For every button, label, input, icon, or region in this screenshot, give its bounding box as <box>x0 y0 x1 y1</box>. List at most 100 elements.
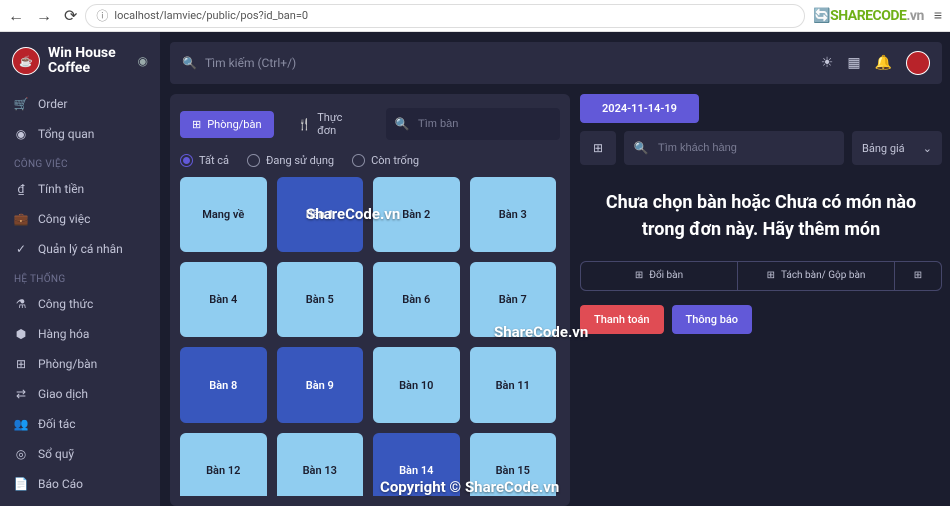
customer-search-input[interactable] <box>658 142 844 154</box>
forward-button[interactable]: → <box>36 6 52 26</box>
sidebar-item-h-ng-h-a[interactable]: ⬢ Hàng hóa <box>0 319 160 349</box>
table-cell[interactable]: Bàn 3 <box>470 177 557 252</box>
tab-label: Phòng/bàn <box>207 118 261 131</box>
sidebar-item-giao-d-ch[interactable]: ⇄Giao dịch <box>0 379 160 409</box>
grid-icon: ⊞ <box>767 270 775 282</box>
tab-menu[interactable]: 🍴 Thực đơn <box>286 104 374 144</box>
cash-icon: ₫ <box>14 182 28 196</box>
sidebar-item-s-qu-[interactable]: ◎ Sổ quỹ <box>0 439 160 469</box>
table-cell[interactable]: Bàn 12 <box>180 433 267 496</box>
sidebar-item-label: Hàng hóa <box>38 327 89 341</box>
search-placeholder[interactable]: Tìm kiếm (Ctrl+/) <box>205 56 296 70</box>
table-cell[interactable]: Bàn 2 <box>373 177 460 252</box>
eye-icon: ◉ <box>14 127 28 141</box>
sidebar-item-label: Công thức <box>38 297 93 311</box>
extra-action-button[interactable]: ⊞ <box>895 262 941 290</box>
report-icon: 📄 <box>14 477 28 491</box>
brand-logo: ☕ <box>12 47 40 75</box>
table-search[interactable]: 🔍 <box>386 108 560 140</box>
sidebar-item-c-ng-th-c[interactable]: ⚗Công thức <box>0 289 160 319</box>
grid-icon: ⊞ <box>914 270 922 282</box>
briefcase-icon: 💼 <box>14 212 28 226</box>
price-list-select[interactable]: Bảng giá ⌄ <box>852 131 942 165</box>
table-cell[interactable]: Mang về <box>180 177 267 252</box>
table-cell[interactable]: Bàn 15 <box>470 433 557 496</box>
empty-order-message: Chưa chọn bàn hoặc Chưa có món nào trong… <box>580 173 942 253</box>
layout-button[interactable]: ⊞ <box>580 131 616 165</box>
tab-rooms[interactable]: ⊞ Phòng/bàn <box>180 111 274 138</box>
ext-icon[interactable]: ≡ <box>934 7 942 24</box>
cart-icon: 🛒 <box>14 97 28 111</box>
reload-button[interactable]: ⟳ <box>64 6 77 26</box>
sidebar-item-t-ng-quan[interactable]: ◉Tổng quan <box>0 119 160 149</box>
select-label: Bảng giá <box>862 142 905 155</box>
address-bar[interactable]: ⓘ localhost/lamviec/public/pos?id_ban=0 <box>85 4 805 28</box>
table-cell[interactable]: Bàn 5 <box>277 262 364 337</box>
pay-button[interactable]: Thanh toán <box>580 305 664 334</box>
action-label: Tách bàn/ Gộp bàn <box>781 270 865 282</box>
date-badge[interactable]: 2024-11-14-19 <box>580 94 699 123</box>
table-cell[interactable]: Bàn 7 <box>470 262 557 337</box>
table-cell[interactable]: Bàn 6 <box>373 262 460 337</box>
apps-icon[interactable]: ▦ <box>847 55 860 71</box>
cube-icon: ⬢ <box>14 327 28 341</box>
table-actions-strip: ⊞Đổi bàn ⊞ Tách bàn/ Gộp bàn ⊞ <box>580 261 942 291</box>
table-cell[interactable]: Bàn 14 <box>373 433 460 496</box>
customer-search[interactable]: 🔍 <box>624 131 844 165</box>
split-merge-button[interactable]: ⊞ Tách bàn/ Gộp bàn <box>738 262 895 290</box>
sidebar: ☕ Win House Coffee ◉ 🛒Order◉Tổng quan CÔ… <box>0 32 160 506</box>
browser-toolbar: ← → ⟳ ⓘ localhost/lamviec/public/pos?id_… <box>0 0 950 32</box>
sidebar-item-qu-n-l-c-nh-n[interactable]: ✓Quản lý cá nhân <box>0 234 160 264</box>
radio-label: Đang sử dụng <box>266 154 334 167</box>
table-cell[interactable]: Bàn 9 <box>277 347 364 422</box>
back-button[interactable]: ← <box>8 6 24 26</box>
brand-name: Win House Coffee <box>48 46 130 77</box>
radio-label: Còn trống <box>371 154 419 167</box>
chevron-down-icon: ⌄ <box>923 142 932 155</box>
avatar[interactable] <box>906 51 930 75</box>
users-icon: 👥 <box>14 417 28 431</box>
search-icon: 🔍 <box>386 117 418 131</box>
sidebar-item-label: Phòng/bàn <box>38 357 97 371</box>
table-cell[interactable]: Bàn 10 <box>373 347 460 422</box>
table-cell[interactable]: Bàn 4 <box>180 262 267 337</box>
theme-toggle-icon[interactable]: ☀ <box>821 55 834 71</box>
bell-icon[interactable]: 🔔 <box>875 55 892 71</box>
sidebar-item-qu-n-l-[interactable]: ⚙Quản lý <box>0 499 160 506</box>
wallet-icon: ◎ <box>14 447 28 461</box>
nav-section-label: CÔNG VIỆC <box>0 149 160 174</box>
sidebar-item-label: Sổ quỹ <box>38 447 74 461</box>
sidebar-item-label: Quản lý cá nhân <box>38 242 123 256</box>
order-panel: 2024-11-14-19 ⊞ 🔍 Bảng giá ⌄ Chưa chọn b… <box>580 94 942 506</box>
sidebar-item-order[interactable]: 🛒Order <box>0 89 160 119</box>
sidebar-item-b-o-c-o[interactable]: 📄 Báo Cáo <box>0 469 160 499</box>
change-table-button[interactable]: ⊞Đổi bàn <box>581 262 738 290</box>
grid-icon: ⊞ <box>14 357 28 371</box>
sidebar-item-t-nh-ti-n[interactable]: ₫ Tính tiền <box>0 174 160 204</box>
table-search-input[interactable] <box>418 118 560 130</box>
table-cell[interactable]: Bàn 13 <box>277 433 364 496</box>
sidebar-item--i-t-c[interactable]: 👥Đối tác <box>0 409 160 439</box>
sidebar-item-label: Tính tiền <box>38 182 84 196</box>
table-cell[interactable]: Bàn 11 <box>470 347 557 422</box>
filter-all[interactable]: Tất cả <box>180 154 229 167</box>
sidebar-collapse-button[interactable]: ◉ <box>138 54 148 68</box>
search-icon: 🔍 <box>624 141 658 155</box>
sidebar-item-label: Giao dịch <box>38 387 88 401</box>
filter-empty[interactable]: Còn trống <box>352 154 419 167</box>
table-cell[interactable]: Bàn 8 <box>180 347 267 422</box>
main-area: 🔍 Tìm kiếm (Ctrl+/) ☀ ▦ 🔔 ⊞ Phòng/bàn <box>160 32 950 506</box>
sidebar-item-c-ng-vi-c[interactable]: 💼Công việc <box>0 204 160 234</box>
notify-button[interactable]: Thông báo <box>672 305 753 334</box>
top-searchbar: 🔍 Tìm kiếm (Ctrl+/) ☀ ▦ 🔔 <box>170 42 942 84</box>
url-text: localhost/lamviec/public/pos?id_ban=0 <box>114 9 308 22</box>
sharecode-logo: 🔄SHARECODE.vn <box>813 8 924 24</box>
sidebar-item-ph-ng-b-n[interactable]: ⊞ Phòng/bàn <box>0 349 160 379</box>
grid-icon: ⊞ <box>192 118 201 131</box>
table-cell[interactable]: Bàn 1 <box>277 177 364 252</box>
info-icon: ⓘ <box>96 7 108 24</box>
grid-icon: ⊞ <box>635 270 643 282</box>
nav-section-label: HỆ THỐNG <box>0 264 160 289</box>
sidebar-item-label: Báo Cáo <box>38 477 83 491</box>
filter-using[interactable]: Đang sử dụng <box>247 154 334 167</box>
